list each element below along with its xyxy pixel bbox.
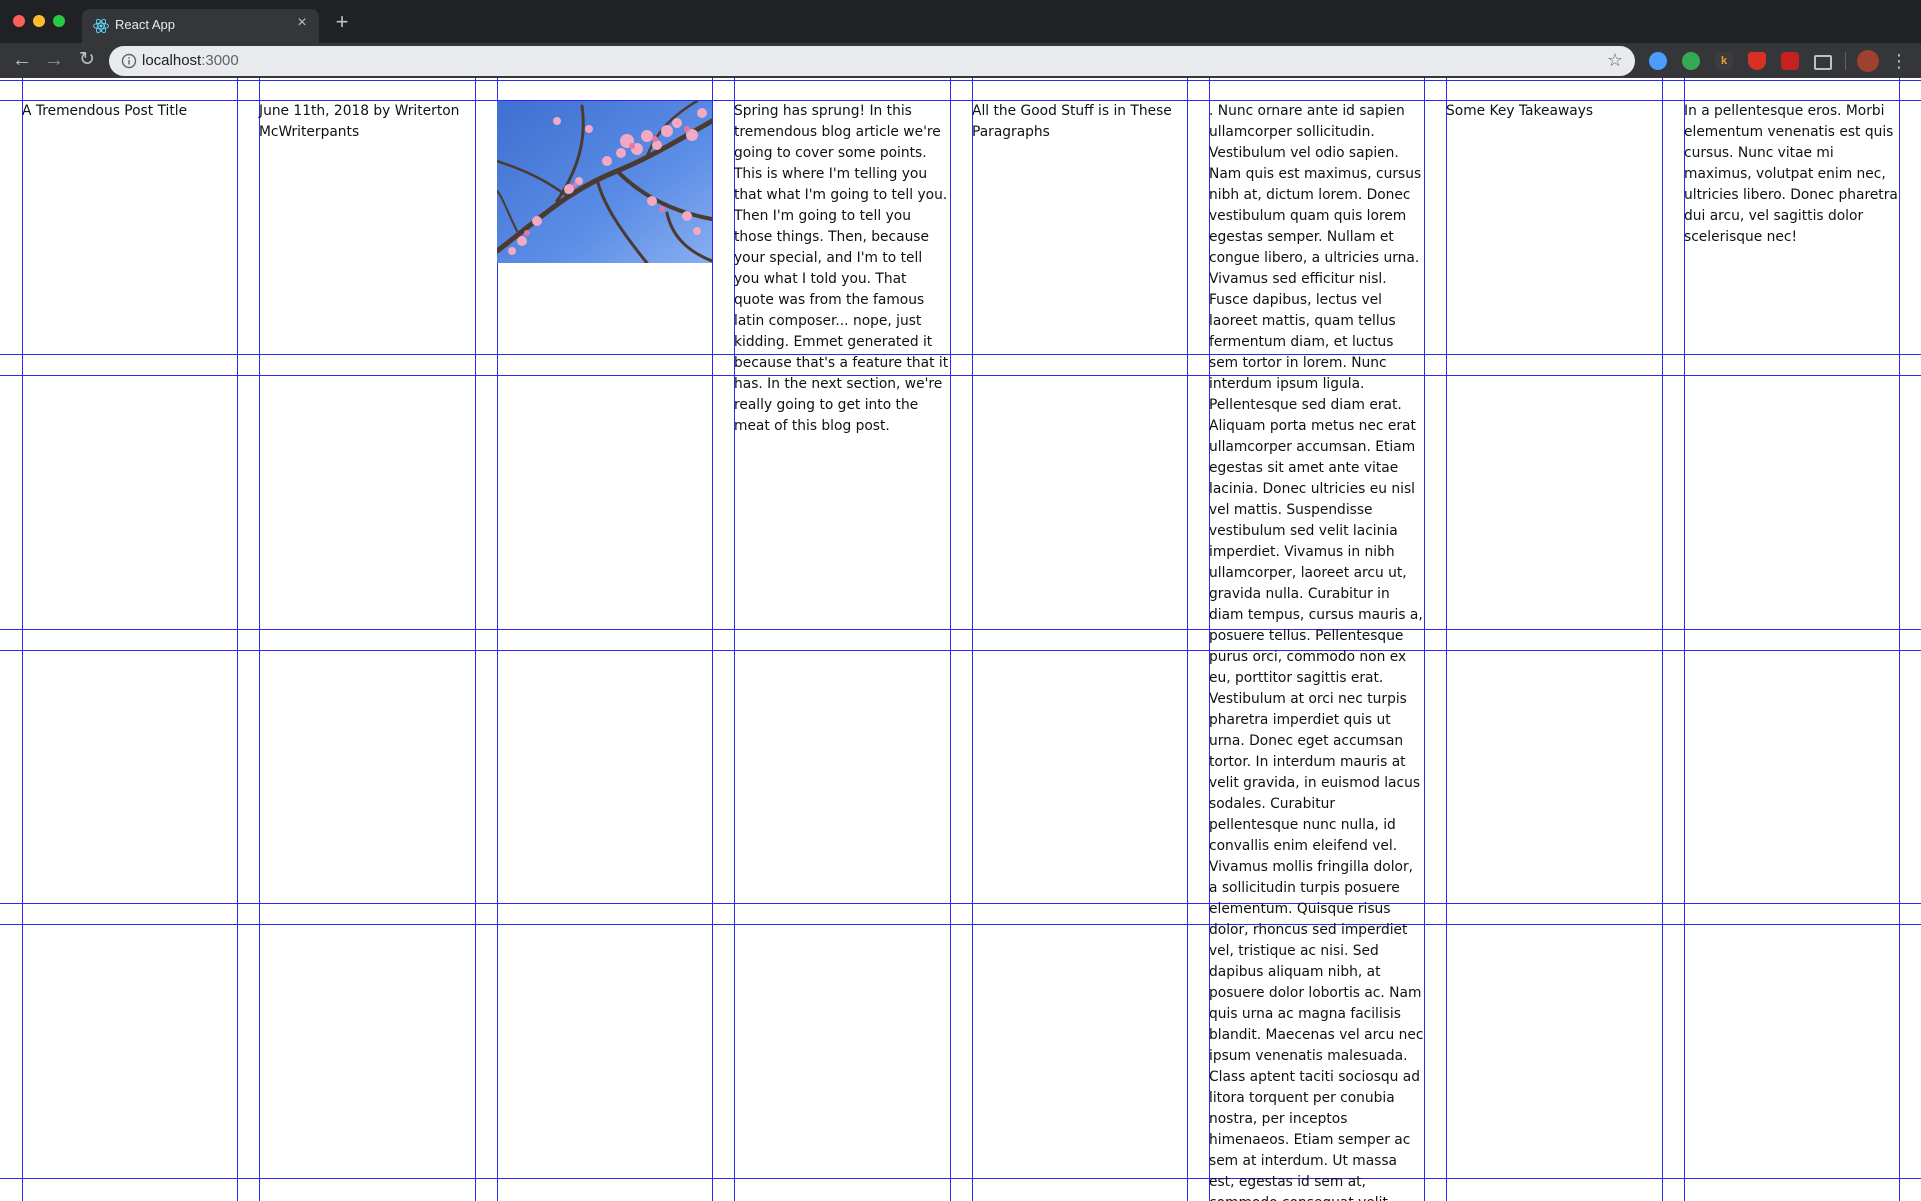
minimize-window-button[interactable] [33, 15, 45, 27]
picture-in-picture-icon[interactable] [1814, 55, 1832, 70]
url-text[interactable]: localhost:3000 [142, 52, 239, 69]
extension-k-icon[interactable]: k [1715, 52, 1733, 70]
grid-line [259, 78, 260, 1201]
grid-line [0, 1178, 1921, 1179]
grid-line [950, 78, 951, 1201]
grid-line [0, 903, 1921, 904]
extension-blue-icon[interactable] [1649, 52, 1667, 70]
grid-line [22, 78, 23, 1201]
toolbar-divider [1845, 52, 1846, 70]
grid-line [0, 80, 1921, 81]
url-host: localhost [142, 52, 202, 69]
post-body: . Nunc ornare ante id sapien ullamcorper… [1209, 103, 1424, 1201]
post-intro: Spring has sprung! In this tremendous bl… [734, 103, 949, 434]
grid-line [1424, 78, 1425, 1201]
info-icon[interactable] [121, 53, 137, 69]
url-port: :3000 [201, 52, 239, 69]
grid-line [1662, 78, 1663, 1201]
grid-line [1446, 78, 1447, 1201]
browser-tab-bar: React App × + [0, 0, 1921, 43]
cherry-blossom-image [497, 101, 712, 263]
grid-line [0, 629, 1921, 630]
extension-red-icon[interactable] [1781, 52, 1799, 70]
more-menu-icon[interactable]: ⋮ [1889, 49, 1909, 73]
address-bar[interactable]: localhost:3000 ☆ [109, 46, 1635, 76]
grid-line [1187, 78, 1188, 1201]
maximize-window-button[interactable] [53, 15, 65, 27]
browser-toolbar: ← → ↻ localhost:3000 ☆ k ⋮ [0, 43, 1921, 78]
tab-title: React App [115, 17, 175, 32]
close-icon[interactable]: × [293, 14, 311, 32]
post-byline: June 11th, 2018 by Writerton McWriterpan… [259, 103, 460, 140]
grid-line [0, 924, 1921, 925]
extension-shield-icon[interactable] [1748, 52, 1766, 70]
grid-line [237, 78, 238, 1201]
reload-icon[interactable]: ↻ [74, 47, 100, 73]
close-window-button[interactable] [13, 15, 25, 27]
page-viewport: A Tremendous Post Title June 11th, 2018 … [0, 78, 1921, 1201]
grid-line [475, 78, 476, 1201]
grid-line [0, 650, 1921, 651]
takeaways-heading: Some Key Takeaways [1446, 103, 1594, 119]
post-title: A Tremendous Post Title [22, 103, 188, 119]
forward-arrow-icon[interactable]: → [41, 47, 67, 73]
grid-line [712, 78, 713, 1201]
section-heading: All the Good Stuff is in These Paragraph… [972, 103, 1172, 140]
profile-avatar[interactable] [1857, 50, 1879, 72]
post-conclusion: In a pellentesque eros. Morbi elementum … [1684, 103, 1898, 245]
grid-line [1899, 78, 1900, 1201]
react-logo-icon [93, 18, 109, 34]
grid-line [0, 354, 1921, 355]
browser-tab[interactable]: React App × [82, 9, 319, 43]
grid-line [0, 375, 1921, 376]
extension-green-icon[interactable] [1682, 52, 1700, 70]
back-arrow-icon[interactable]: ← [9, 47, 35, 73]
grid-line [972, 78, 973, 1201]
new-tab-button[interactable]: + [331, 11, 353, 33]
bookmark-star-icon[interactable]: ☆ [1605, 50, 1625, 70]
